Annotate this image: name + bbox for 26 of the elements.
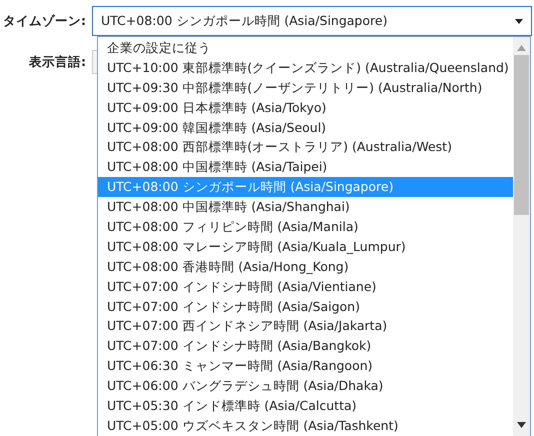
scroll-down-icon[interactable] [517,422,526,428]
dropdown-option[interactable]: UTC+06:30 ミャンマー時間 (Asia/Rangoon) [98,356,513,376]
dropdown-option[interactable]: UTC+07:00 インドシナ時間 (Asia/Saigon) [98,296,513,316]
scroll-up-icon[interactable] [517,45,526,51]
dropdown-option[interactable]: UTC+08:00 西部標準時(オーストラリア) (Australia/West) [98,137,513,158]
dropdown-option[interactable]: UTC+08:00 フィリピン時間 (Asia/Manila) [98,217,513,237]
dropdown-option[interactable]: UTC+09:00 韓国標準時 (Asia/Seoul) [98,118,513,138]
caret-icon [515,18,523,24]
dropdown-option[interactable]: UTC+07:00 インドシナ時間 (Asia/Bangkok) [98,336,513,356]
dropdown-option[interactable]: UTC+06:00 バングラデシュ時間 (Asia/Dhaka) [98,376,513,396]
dropdown-option[interactable]: UTC+08:00 中国標準時 (Asia/Shanghai) [98,197,513,218]
dropdown-option[interactable]: UTC+10:00 東部標準時(クイーンズランド) (Australia/Queensland) [98,58,513,78]
dropdown-option[interactable]: UTC+09:00 日本標準時 (Asia/Tokyo) [98,98,513,118]
dropdown-option[interactable]: UTC+07:00 西インドネシア時間 (Asia/Jakarta) [98,316,513,336]
field-label: 表示言語: [28,54,87,70]
dropdown-option[interactable]: UTC+07:00 インドシナ時間 (Asia/Vientiane) [98,276,513,297]
dropdown-option[interactable]: UTC+05:30 インド標準時 (Asia/Calcutta) [98,396,513,416]
dropdown-option[interactable]: UTC+08:00 香港時間 (Asia/Hong_Kong) [98,256,513,277]
dropdown-option[interactable]: UTC+08:00 中国標準時 (Asia/Taipei) [98,157,513,178]
dropdown-option[interactable]: 企業の設定に従う [98,38,513,58]
dropdown-option[interactable]: UTC+08:00 マレーシア時間 (Asia/Kuala_Lumpur) [98,236,513,257]
scrollbar-thumb[interactable] [514,55,529,215]
dropdown-option[interactable]: UTC+09:30 中部標準時(ノーザンテリトリー) (Australia/North) [98,78,513,98]
field-label: タイムゾーン: [2,12,87,30]
dropdown-option[interactable]: UTC+05:00 ウズベキスタン時間 (Asia/Tashkent) [98,416,513,436]
timezone-dropdown[interactable]: UTC+08:00 シンガポール時間 (Asia/Singapore) [92,6,532,36]
